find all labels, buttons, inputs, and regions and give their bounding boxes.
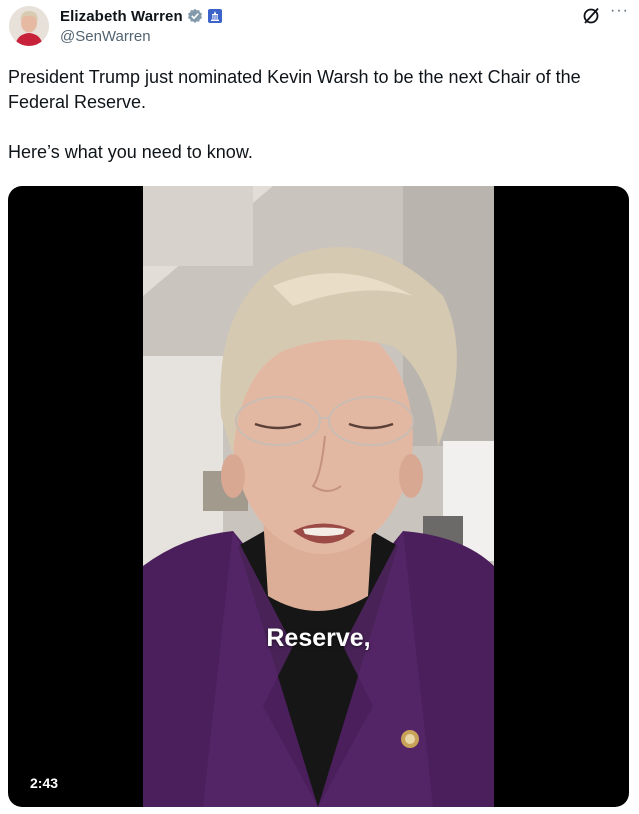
author-name-row: Elizabeth Warren (60, 6, 222, 26)
author-avatar[interactable] (9, 6, 49, 46)
video-duration: 2:43 (30, 775, 59, 791)
us-government-capitol-icon[interactable] (207, 9, 222, 23)
grok-icon[interactable] (581, 6, 601, 26)
tweet-text: President Trump just nominated Kevin War… (8, 67, 581, 162)
video-player[interactable]: Reserve, 2:43 (8, 186, 629, 807)
tweet-header: Elizabeth Warren @SenWarren ··· (0, 0, 639, 60)
video-frame[interactable]: Reserve, (143, 186, 494, 807)
video-caption: Reserve, (266, 624, 371, 652)
author-name[interactable]: Elizabeth Warren (60, 8, 183, 25)
more-options-icon[interactable]: ··· (610, 3, 630, 24)
author-handle[interactable]: @SenWarren (60, 28, 151, 45)
verified-badge-icon (187, 8, 203, 24)
